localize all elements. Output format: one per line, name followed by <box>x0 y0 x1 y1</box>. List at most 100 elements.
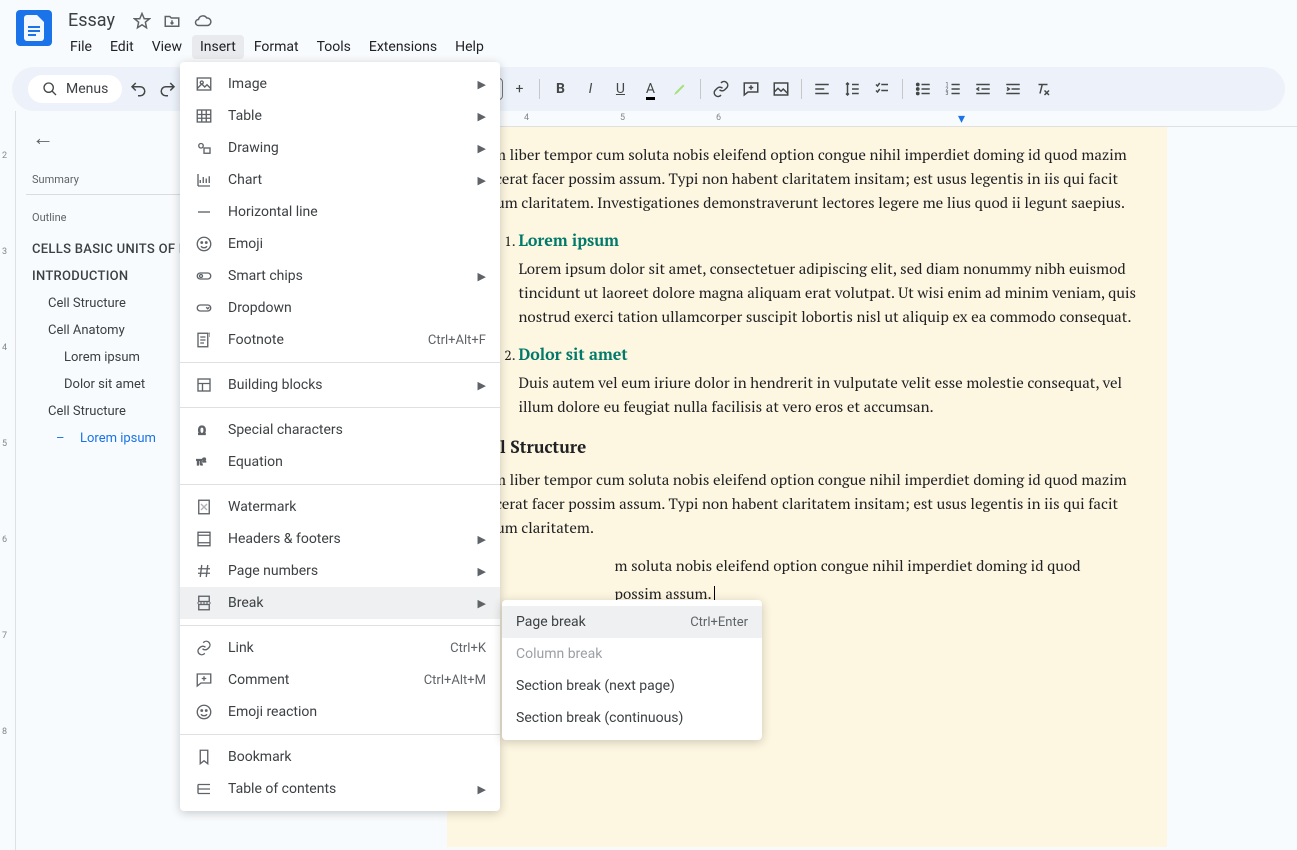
paragraph[interactable]: m soluta nobis eleifend option congue ni… <box>475 554 1139 578</box>
numbered-list-button[interactable]: 123 <box>939 75 967 103</box>
insert-table-of-contents[interactable]: Table of contents▶ <box>180 773 500 805</box>
hash-icon <box>194 561 214 581</box>
break-page-break[interactable]: Page breakCtrl+Enter <box>502 606 762 638</box>
paragraph[interactable]: Nam liber tempor cum soluta nobis eleife… <box>475 468 1139 540</box>
text-color-button[interactable]: A <box>636 75 664 103</box>
cloud-status-icon[interactable] <box>193 12 213 30</box>
align-button[interactable] <box>808 75 836 103</box>
underline-button[interactable]: U <box>606 75 634 103</box>
insert-menu-dropdown: Image▶Table▶Drawing▶Chart▶Horizontal lin… <box>180 62 500 811</box>
bulleted-list-button[interactable] <box>909 75 937 103</box>
paragraph[interactable]: Nam liber tempor cum soluta nobis eleife… <box>475 143 1139 215</box>
menus-search[interactable]: Menus <box>28 75 122 103</box>
menu-help[interactable]: Help <box>447 35 492 59</box>
italic-button[interactable]: I <box>576 75 604 103</box>
break-submenu: Page breakCtrl+EnterColumn breakSection … <box>502 600 762 740</box>
bookmark-icon <box>194 747 214 767</box>
indent-marker-right[interactable]: ▾ <box>958 111 965 127</box>
increase-indent-button[interactable] <box>999 75 1027 103</box>
break-section-break-next-page-[interactable]: Section break (next page) <box>502 670 762 702</box>
vertical-ruler: 2345678 <box>0 111 16 850</box>
link-icon <box>194 638 214 658</box>
break-section-break-continuous-[interactable]: Section break (continuous) <box>502 702 762 734</box>
insert-watermark[interactable]: Watermark <box>180 491 500 523</box>
insert-table[interactable]: Table▶ <box>180 100 500 132</box>
watermark-icon <box>194 497 214 517</box>
break-icon <box>194 593 214 613</box>
insert-horizontal-line[interactable]: Horizontal line <box>180 196 500 228</box>
chevron-right-icon: ▶ <box>478 270 486 283</box>
checklist-button[interactable] <box>868 75 896 103</box>
insert-emoji[interactable]: Emoji <box>180 228 500 260</box>
chevron-right-icon: ▶ <box>478 783 486 796</box>
insert-link-button[interactable] <box>707 75 735 103</box>
insert-headers-footers[interactable]: Headers & footers▶ <box>180 523 500 555</box>
increase-font-button[interactable]: + <box>505 75 533 103</box>
clear-formatting-button[interactable] <box>1029 75 1057 103</box>
headers-icon <box>194 529 214 549</box>
chevron-right-icon: ▶ <box>478 597 486 610</box>
list-item[interactable]: Dolor sit amet Duis autem vel eum iriure… <box>519 343 1139 419</box>
insert-page-numbers[interactable]: Page numbers▶ <box>180 555 500 587</box>
menu-insert[interactable]: Insert <box>192 35 244 59</box>
chips-icon <box>194 266 214 286</box>
document-title[interactable]: Essay <box>62 8 121 33</box>
emoji2-icon <box>194 702 214 722</box>
insert-equation[interactable]: π²Equation <box>180 446 500 478</box>
insert-link[interactable]: LinkCtrl+K <box>180 632 500 664</box>
insert-image[interactable]: Image▶ <box>180 68 500 100</box>
footnote-icon: 1 <box>194 330 214 350</box>
svg-text:3: 3 <box>946 91 949 97</box>
menu-bar: FileEditViewInsertFormatToolsExtensionsH… <box>62 35 492 59</box>
insert-smart-chips[interactable]: Smart chips▶ <box>180 260 500 292</box>
omega-icon: Ω <box>194 420 214 440</box>
comment-icon <box>194 670 214 690</box>
chart-icon <box>194 170 214 190</box>
insert-building-blocks[interactable]: Building blocks▶ <box>180 369 500 401</box>
menu-tools[interactable]: Tools <box>309 35 359 59</box>
insert-break[interactable]: Break▶ <box>180 587 500 619</box>
break-column-break: Column break <box>502 638 762 670</box>
insert-comment[interactable]: CommentCtrl+Alt+M <box>180 664 500 696</box>
chevron-right-icon: ▶ <box>478 110 486 123</box>
redo-button[interactable] <box>154 75 182 103</box>
highlight-button[interactable] <box>666 75 694 103</box>
insert-special-characters[interactable]: ΩSpecial characters <box>180 414 500 446</box>
menu-view[interactable]: View <box>144 35 190 59</box>
insert-chart[interactable]: Chart▶ <box>180 164 500 196</box>
dropdown-icon <box>194 298 214 318</box>
menu-extensions[interactable]: Extensions <box>361 35 445 59</box>
chevron-right-icon: ▶ <box>478 142 486 155</box>
move-icon[interactable] <box>163 12 181 30</box>
insert-drawing[interactable]: Drawing▶ <box>180 132 500 164</box>
menu-file[interactable]: File <box>62 35 100 59</box>
add-comment-button[interactable] <box>737 75 765 103</box>
heading[interactable]: Cell Structure <box>475 435 1139 458</box>
bold-button[interactable]: B <box>546 75 574 103</box>
search-icon <box>42 81 58 97</box>
decrease-indent-button[interactable] <box>969 75 997 103</box>
docs-logo[interactable] <box>16 10 52 46</box>
table-icon <box>194 106 214 126</box>
chevron-right-icon: ▶ <box>478 174 486 187</box>
svg-text:π²: π² <box>197 457 207 468</box>
image-icon <box>194 74 214 94</box>
chevron-right-icon: ▶ <box>478 379 486 392</box>
menu-edit[interactable]: Edit <box>102 35 142 59</box>
line-spacing-button[interactable] <box>838 75 866 103</box>
svg-text:1: 1 <box>208 332 211 339</box>
insert-image-button[interactable] <box>767 75 795 103</box>
insert-dropdown[interactable]: Dropdown <box>180 292 500 324</box>
blocks-icon <box>194 375 214 395</box>
insert-emoji-reaction[interactable]: Emoji reaction <box>180 696 500 728</box>
header: Essay FileEditViewInsertFormatToolsExten… <box>0 0 1297 59</box>
insert-bookmark[interactable]: Bookmark <box>180 741 500 773</box>
chevron-right-icon: ▶ <box>478 565 486 578</box>
insert-footnote[interactable]: 1FootnoteCtrl+Alt+F <box>180 324 500 356</box>
star-icon[interactable] <box>133 12 151 30</box>
menu-format[interactable]: Format <box>246 35 307 59</box>
undo-button[interactable] <box>124 75 152 103</box>
list-item[interactable]: Lorem ipsum Lorem ipsum dolor sit amet, … <box>519 229 1139 329</box>
menus-search-label: Menus <box>66 81 108 97</box>
toc-icon <box>194 779 214 799</box>
